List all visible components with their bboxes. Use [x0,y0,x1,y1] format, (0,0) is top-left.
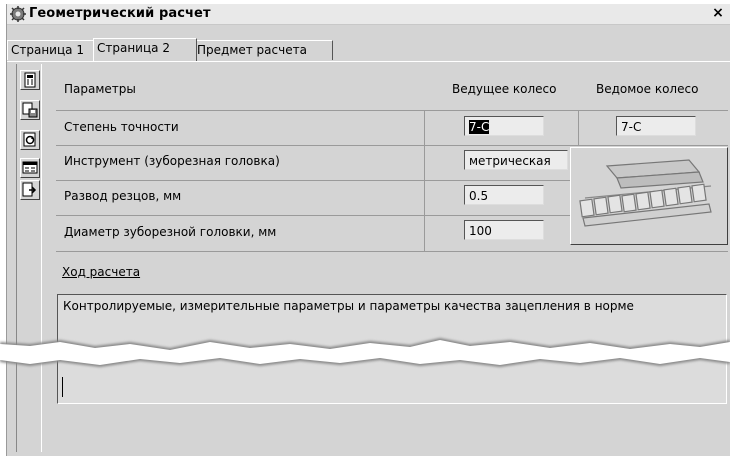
calc-progress-link[interactable]: Ход расчета [62,265,140,279]
cutter-head-icon [579,159,712,227]
calculate-button[interactable] [20,70,40,90]
row-divider [56,251,728,252]
cutter-spread-field[interactable]: 0.5 [464,185,544,205]
save-button[interactable] [20,100,40,120]
export-button[interactable] [20,180,40,200]
tab-page-2[interactable]: Страница 2 [93,38,197,61]
tab-calc-subject[interactable]: Предмет расчета [193,40,333,60]
app-gear-icon [10,6,26,22]
header-driven: Ведомое колесо [578,68,728,111]
header-driving-label: Ведущее колесо [452,82,557,96]
calc-log-text: Контролируемые, измерительные параметры … [63,299,634,313]
calculator-icon [24,72,36,88]
tab-divider [7,61,730,62]
report-button[interactable] [20,158,40,178]
header-params: Параметры [56,68,425,111]
header-driving: Ведущее колесо [424,68,579,111]
save-icon [22,102,38,118]
row-label-tool: Инструмент (зуборезная головка) [64,154,280,168]
accuracy-driven-field[interactable]: 7-С [616,116,696,136]
tab-page-1[interactable]: Страница 1 [7,40,97,60]
report-icon [22,161,38,174]
title-bar[interactable]: Геометрический расчет × [7,4,730,25]
header-driven-label: Ведомое колесо [596,82,699,96]
row-label-cutter-spread: Развод резцов, мм [64,189,182,203]
accuracy-driving-field[interactable]: 7-С [464,116,544,136]
export-icon [22,182,37,197]
row-divider [56,180,570,181]
parameter-grid: Параметры Ведущее колесо Ведомое колесо … [56,68,728,252]
column-divider [578,110,579,146]
accuracy-driving-value: 7-С [469,120,490,134]
refresh-icon [23,132,36,147]
head-diameter-field[interactable]: 100 [464,220,544,240]
row-divider [56,215,570,216]
tool-type-field[interactable]: метрическая [464,150,568,170]
cutter-head-button[interactable] [570,147,728,245]
torn-edge [0,338,730,367]
refresh-button[interactable] [20,130,40,150]
row-label-accuracy: Степень точности [64,120,179,134]
column-divider [424,110,425,252]
window-title: Геометрический расчет [29,6,211,21]
row-divider [56,145,728,146]
row-label-head-diameter: Диаметр зуборезной головки, мм [64,225,277,239]
side-toolbar [16,64,42,452]
header-params-label: Параметры [64,82,136,96]
close-button[interactable]: × [711,5,725,21]
